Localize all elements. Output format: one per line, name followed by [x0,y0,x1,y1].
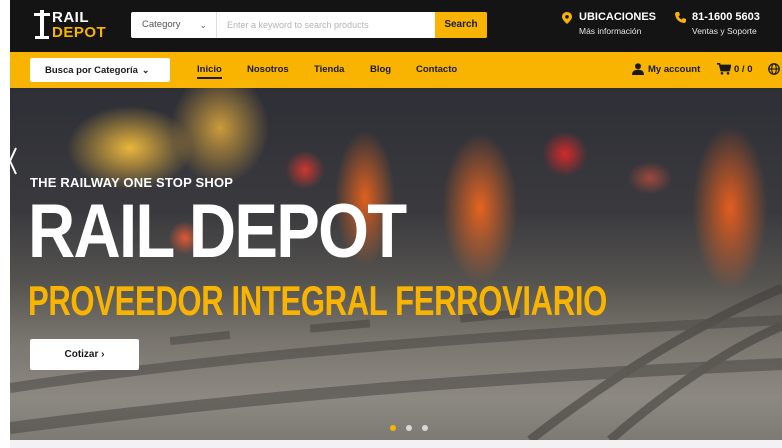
cart-count: 0 / 0 [734,64,753,75]
search-input[interactable] [219,12,433,38]
main-nav: Busca por Categoría ⌄ Inicio Nosotros Tie… [10,52,782,88]
slider-dot-2[interactable] [406,425,412,431]
search-category-select[interactable]: Category ⌄ [131,12,217,38]
browse-categories-label: Busca por Categoría [45,65,138,76]
logo-text-rail: RAIL [52,9,89,26]
globe-icon[interactable] [768,63,780,75]
locations-title: UBICACIONES [579,11,657,23]
nav-link-nosotros[interactable]: Nosotros [247,64,289,75]
locations-link[interactable]: UBICACIONES Más información [562,11,672,41]
logo-text-depot: DEPOT [52,24,107,41]
nav-link-inicio[interactable]: Inicio [197,64,222,79]
phone-subtitle: Ventas y Soporte [692,26,757,36]
top-header: RAIL DEPOT Category ⌄ Search UBICACIONES… [10,0,782,52]
slider-prev-icon[interactable] [10,146,18,176]
search-category-label: Category [142,19,181,30]
search-bar: Category ⌄ Search [131,12,487,38]
nav-link-contacto[interactable]: Contacto [416,64,457,75]
phone-icon [675,12,686,23]
browse-categories-button[interactable]: Busca por Categoría ⌄ [30,58,170,82]
page-bottom-edge [10,440,782,448]
chevron-down-icon: ⌄ [141,65,150,75]
hero-banner: THE RAILWAY ONE STOP SHOP RAIL DEPOT PRO… [10,88,782,440]
location-pin-icon [562,12,572,24]
chevron-down-icon: ⌄ [199,20,207,30]
slider-dots [390,425,430,433]
hero-tagline: PROVEEDOR INTEGRAL FERROVIARIO [28,277,607,324]
nav-link-tienda[interactable]: Tienda [314,64,344,75]
hero-subtitle: THE RAILWAY ONE STOP SHOP [30,175,234,190]
page-left-edge [0,0,10,448]
cart-icon [717,63,731,75]
slider-dot-1[interactable] [390,425,396,431]
logo-mark-icon [34,10,50,39]
phone-number: 81-1600 5603 [692,11,760,23]
search-button[interactable]: Search [435,12,487,38]
phone-link[interactable]: 81-1600 5603 Ventas y Soporte [675,11,782,41]
chevron-right-icon: › [101,349,105,360]
cotizar-button[interactable]: Cotizar › [30,339,139,370]
slider-dot-3[interactable] [422,425,428,431]
locations-subtitle: Más información [579,26,642,36]
user-icon [632,63,644,75]
nav-link-blog[interactable]: Blog [370,64,391,75]
my-account-label: My account [648,64,701,75]
cotizar-label: Cotizar [64,349,99,360]
logo[interactable]: RAIL DEPOT [34,10,114,42]
hero-title: RAIL DEPOT [28,189,407,274]
